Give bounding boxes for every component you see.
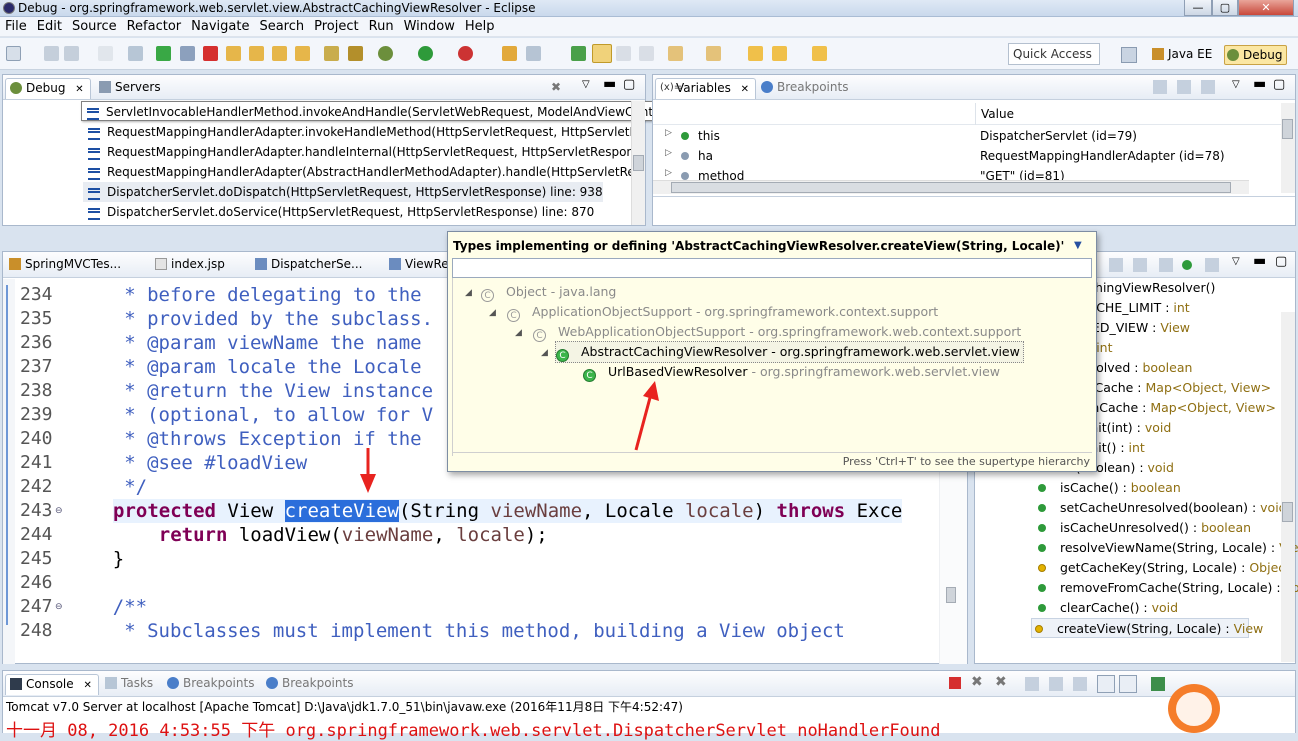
red-arrow-popup xyxy=(634,381,659,451)
annotation-arrows xyxy=(360,381,659,493)
red-arrow-editor xyxy=(360,448,376,493)
